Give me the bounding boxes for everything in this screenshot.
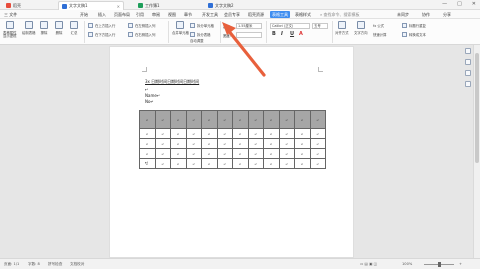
zoom-level[interactable]: 100% [402, 262, 412, 266]
spell-check-button[interactable]: 拼写检查 [48, 262, 62, 267]
doc-check-button[interactable]: 文档校对 [70, 262, 84, 267]
side-toolbar [465, 48, 471, 87]
annotation-arrow [222, 22, 266, 77]
vertical-scrollbar[interactable] [473, 45, 480, 258]
format-painter-icon[interactable] [465, 70, 471, 76]
status-bar: 页面: 1/1 字数: 8 拼写检查 文档校对 ▭ ▤ ▣ ◫ 100% + [0, 258, 480, 269]
page-count[interactable]: 页面: 1/1 [4, 262, 19, 267]
view-mode-icons[interactable]: ▭ ▤ ▣ ◫ [360, 262, 377, 266]
zoom-in-icon[interactable]: + [459, 262, 462, 266]
zoom-slider-handle[interactable] [438, 262, 441, 267]
settings-icon[interactable] [465, 81, 471, 87]
scrollbar-thumb[interactable] [475, 53, 479, 163]
style-pane-icon[interactable] [465, 59, 471, 65]
word-count[interactable]: 字数: 8 [28, 262, 40, 267]
cursor-tool-icon[interactable] [465, 48, 471, 54]
